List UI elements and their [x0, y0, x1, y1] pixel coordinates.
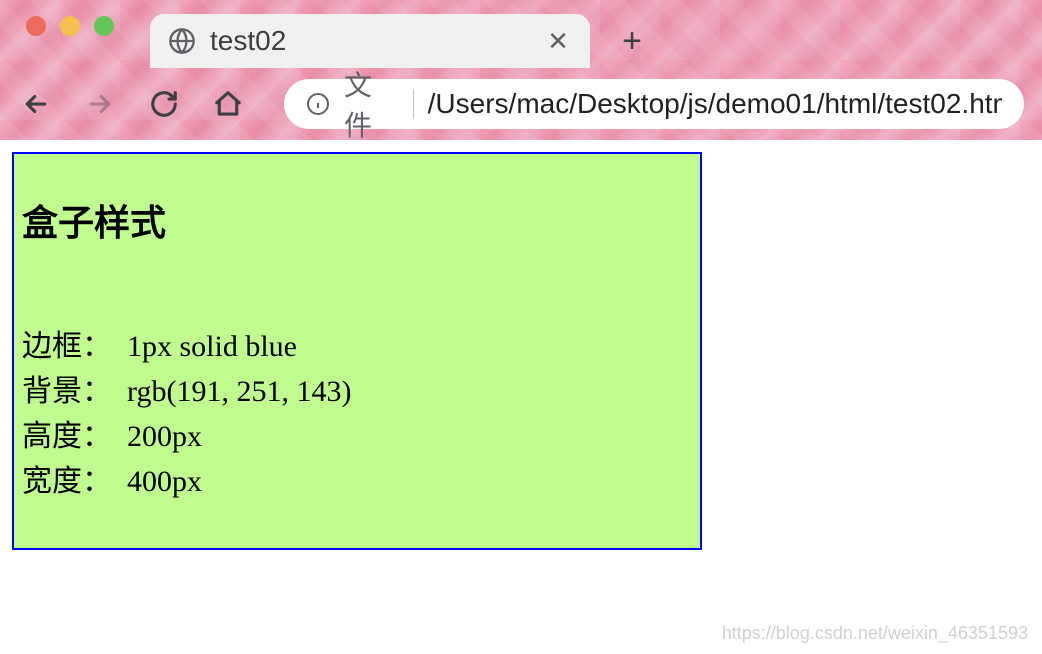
tab-title: test02 [210, 25, 530, 57]
prop-label: 高度： [22, 414, 127, 459]
forward-button[interactable] [82, 86, 118, 122]
back-button[interactable] [18, 86, 54, 122]
prop-value: 400px [127, 459, 202, 504]
tab-strip: test02 ✕ + [0, 0, 1042, 68]
address-separator [413, 89, 414, 119]
window-controls [14, 0, 124, 60]
address-path: /Users/mac/Desktop/js/demo01/html/test02… [428, 88, 1002, 120]
browser-tab[interactable]: test02 ✕ [150, 14, 590, 68]
prop-border: 边框： 1px solid blue [22, 324, 692, 369]
styled-box: 盒子样式 边框： 1px solid blue 背景： rgb(191, 251… [12, 152, 702, 550]
prop-height: 高度： 200px [22, 414, 692, 459]
page-content: 盒子样式 边框： 1px solid blue 背景： rgb(191, 251… [0, 140, 1042, 562]
prop-width: 宽度： 400px [22, 459, 692, 504]
new-tab-button[interactable]: + [612, 14, 652, 68]
prop-label: 宽度： [22, 459, 127, 504]
browser-chrome: test02 ✕ + [0, 0, 1042, 140]
reload-button[interactable] [146, 86, 182, 122]
prop-value: rgb(191, 251, 143) [127, 369, 351, 414]
address-scheme: 文件 [344, 64, 399, 144]
home-button[interactable] [210, 86, 246, 122]
prop-background: 背景： rgb(191, 251, 143) [22, 369, 692, 414]
address-bar[interactable]: 文件 /Users/mac/Desktop/js/demo01/html/tes… [284, 79, 1024, 129]
prop-value: 200px [127, 414, 202, 459]
toolbar: 文件 /Users/mac/Desktop/js/demo01/html/tes… [0, 68, 1042, 140]
box-properties: 边框： 1px solid blue 背景： rgb(191, 251, 143… [14, 246, 700, 504]
prop-label: 背景： [22, 369, 127, 414]
minimize-window-button[interactable] [60, 16, 80, 36]
close-tab-button[interactable]: ✕ [544, 27, 572, 55]
watermark: https://blog.csdn.net/weixin_46351593 [722, 623, 1028, 644]
prop-label: 边框： [22, 324, 127, 369]
info-icon[interactable] [306, 92, 330, 116]
maximize-window-button[interactable] [94, 16, 114, 36]
prop-value: 1px solid blue [127, 324, 297, 369]
globe-icon [168, 27, 196, 55]
box-heading: 盒子样式 [14, 154, 700, 246]
close-window-button[interactable] [26, 16, 46, 36]
